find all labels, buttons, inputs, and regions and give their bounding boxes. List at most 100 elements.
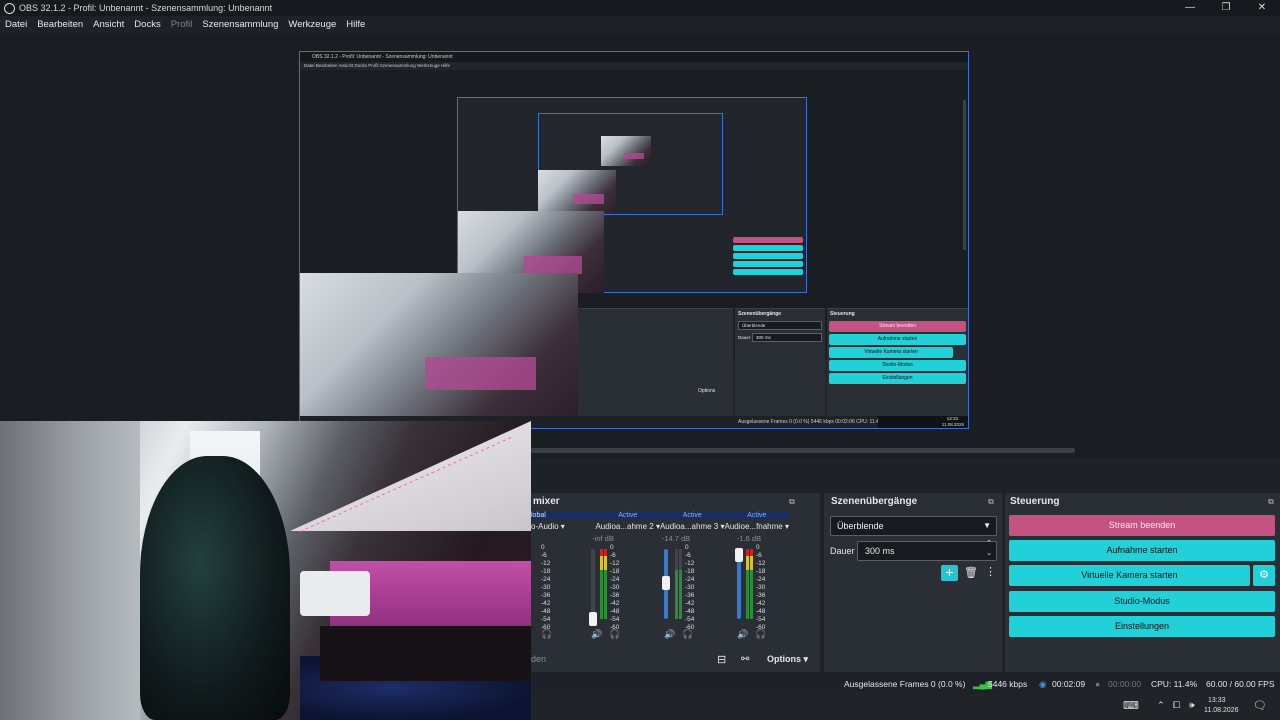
photo-ceiling [290, 421, 531, 531]
title-bar: OBS 32.1.2 - Profil: Unbenannt - Szenens… [0, 0, 1280, 16]
chevron-up-icon[interactable]: ⌃ [1157, 700, 1165, 711]
nested-title: OBS 32.1.2 - Profil: Unbenannt - Szenens… [312, 54, 453, 60]
channel-4-meter-r [750, 549, 753, 619]
menu-docks[interactable]: Docks [129, 19, 165, 30]
controls-title: Steuerung [1010, 496, 1060, 507]
menu-szenensammlung[interactable]: Szenensammlung [197, 19, 283, 30]
transition-select[interactable]: Überblende ▼ [830, 516, 997, 536]
obs-logo-icon [4, 2, 15, 14]
mixer-footer-label: den [531, 654, 547, 664]
nested-date: 11.08.2026 [941, 422, 964, 427]
nested-duration-label: Dauer [738, 335, 751, 340]
duration-label: Dauer [830, 546, 855, 556]
channel-2-fader-knob[interactable] [589, 612, 597, 626]
studio-mode-button[interactable]: Studio-Modus [1009, 591, 1275, 612]
start-virtual-camera-button[interactable]: Virtuelle Kamera starten [1009, 565, 1250, 586]
menu-datei[interactable]: Datei [0, 19, 32, 30]
channel-3-volume-icon[interactable]: 🔊 [664, 629, 675, 640]
mixer-tab-active-1[interactable]: Active [596, 511, 661, 520]
preview-horizontal-scrollbar[interactable] [531, 448, 1280, 453]
maximize-button[interactable]: ❐ [1208, 0, 1244, 16]
channel-name-2-label: Audioa...ahme 2 [595, 522, 654, 531]
transitions-title: Szenenübergänge [831, 496, 918, 507]
menu-werkzeuge[interactable]: Werkzeuge [283, 19, 341, 30]
duration-value: 300 ms [865, 546, 895, 556]
stop-stream-button[interactable]: Stream beenden [1009, 515, 1275, 536]
clock-date[interactable]: 11.08.2026 [1204, 707, 1239, 714]
trash-icon[interactable]: 🗑 [964, 566, 978, 579]
fps: 60.00 / 60.00 FPS [1206, 679, 1275, 689]
minimize-button[interactable]: — [1172, 0, 1208, 16]
channel-4-monitor-icon[interactable]: 🎧 [755, 629, 766, 640]
nested-stream-button: Stream beenden [829, 321, 966, 332]
nested-inner-capture [457, 97, 807, 293]
mixer-channel-2: -inf dB 0 -6 -12 -18 -24 -30 -36 -42 -48 -54 -60 🔊… [567, 534, 639, 644]
channel-4-volume-icon[interactable]: 🔊 [737, 629, 748, 640]
channel-name-4[interactable]: Audioe...fnahme ▾ [724, 521, 789, 533]
channel-3-monitor-icon[interactable]: 🎧 [682, 629, 693, 640]
nested-settings-button: Einstellungen [829, 373, 966, 384]
channel-name-desktop-label: o-Audio [531, 522, 559, 531]
controls-undock-icon[interactable]: ⧉ [1268, 497, 1274, 507]
transitions-undock-icon[interactable]: ⧉ [988, 497, 994, 507]
nested-controls-title: Steuerung [830, 311, 855, 317]
channel-3-ticks: 0 -6 -12 -18 -24 -30 -36 -42 -48 -54 -60 [685, 544, 695, 631]
photo-wall [0, 421, 140, 720]
nested-mixer [578, 308, 733, 426]
scrollbar-thumb[interactable] [531, 448, 1075, 453]
menu-profil[interactable]: Profil [166, 19, 198, 30]
mixer-channel-3: -14.7 dB 0 -6 -12 -18 -24 -30 -36 -42 -48 -54 -60 … [640, 534, 712, 644]
duration-spinbox[interactable]: 300 ms ⌃ ⌄ [857, 539, 997, 561]
channel-2-fader[interactable] [591, 549, 595, 619]
channel-1-monitor-icon[interactable]: 🎧 [541, 629, 552, 640]
nested-photo-3 [538, 170, 616, 214]
menu-hilfe[interactable]: Hilfe [341, 19, 370, 30]
channel-name-desktop[interactable]: o-Audio ▾ [531, 521, 595, 533]
channel-4-ticks: 0 -6 -12 -18 -24 -30 -36 -42 -48 -54 -60 [756, 544, 766, 631]
nested-record-button: Aufnahme starten [829, 334, 966, 345]
nested-controls: Steuerung Stream beenden Aufnahme starte… [827, 308, 968, 426]
nested-transitions-title: Szenenübergänge [738, 311, 782, 317]
mixer-undock-icon[interactable]: ⧉ [789, 497, 795, 507]
channel-2-monitor-icon[interactable]: 🎧 [609, 629, 620, 640]
nested-inner-record-button [733, 245, 803, 251]
audio-mixer-dock: mixer lobal Active Active Active o-Audio… [531, 493, 820, 672]
mixer-layout-icon[interactable]: ⊟ [717, 653, 726, 666]
channel-3-fader-knob[interactable] [662, 576, 670, 590]
add-transition-button[interactable]: + [941, 565, 958, 581]
gear-icon[interactable]: ⚙ [1253, 565, 1275, 586]
speaker-icon[interactable]: 🕪 [1189, 700, 1195, 711]
mixer-tabs: lobal Active Active Active [531, 511, 789, 520]
start-recording-button[interactable]: Aufnahme starten [1009, 540, 1275, 561]
keyboard-icon[interactable]: ⌨ [1123, 699, 1139, 712]
mixer-channel-4: -1.6 dB 0 -6 -12 -18 -24 -30 -36 -42 -48 -54 -60 🔊… [713, 534, 785, 644]
more-options-icon[interactable]: ⋮ [985, 565, 996, 578]
mixer-options-button[interactable]: Options ▾ [767, 654, 808, 665]
channel-4-meter [746, 549, 749, 619]
nested-inner-settings-button [733, 269, 803, 275]
mixer-channel-names: o-Audio ▾ Audioa...ahme 2 ▾ Audioa...ahm… [531, 521, 789, 533]
notification-icon[interactable]: 🗨 [1253, 699, 1267, 712]
nested-duration: 300 ms [752, 333, 822, 342]
mixer-advanced-icon[interactable]: ⚯ [741, 654, 749, 665]
channel-name-3[interactable]: Audioa...ahme 3 ▾ [660, 521, 725, 533]
channel-2-volume-icon[interactable]: 🔊 [591, 629, 602, 640]
bitrate: 5446 kbps [988, 679, 1028, 689]
clock-time[interactable]: 13:33 [1208, 697, 1226, 704]
spin-arrows-icon[interactable]: ⌃ ⌄ [986, 539, 992, 559]
mixer-tab-active-3[interactable]: Active [725, 511, 790, 520]
transitions-dock: Szenenübergänge ⧉ Überblende ▼ Dauer 300… [824, 493, 1002, 672]
channel-name-2[interactable]: Audioa...ahme 2 ▾ [595, 521, 660, 533]
close-button[interactable]: ✕ [1244, 0, 1280, 16]
mixer-tab-active-2[interactable]: Active [660, 511, 725, 520]
mixer-tab-global[interactable]: lobal [531, 511, 596, 520]
settings-button[interactable]: Einstellungen [1009, 616, 1275, 637]
channel-2-meter [600, 549, 603, 619]
network-icon[interactable]: ⧠ [1173, 700, 1180, 711]
nested-inner-studio-button [733, 261, 803, 267]
nested-docks: Szenenübergänge Überblende Dauer 300 ms … [300, 308, 968, 428]
menu-ansicht[interactable]: Ansicht [88, 19, 129, 30]
channel-4-fader-knob[interactable] [735, 548, 743, 562]
status-bar: Ausgelassene Frames 0 (0.0 %) ▂▄▆ 5446 k… [531, 674, 1280, 694]
menu-bearbeiten[interactable]: Bearbeiten [32, 19, 88, 30]
